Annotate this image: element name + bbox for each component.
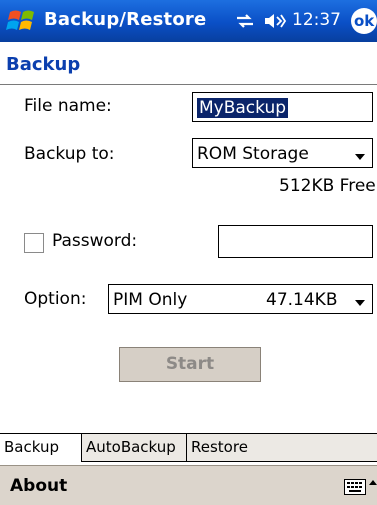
file-name-value: MyBackup (197, 98, 289, 118)
tab-backup[interactable]: Backup (0, 434, 82, 462)
tabs-filler (262, 434, 377, 462)
page-title: Backup (6, 54, 81, 75)
connectivity-icon[interactable] (234, 10, 256, 32)
option-label: Option: (24, 289, 87, 309)
backup-to-value: ROM Storage (197, 144, 309, 164)
input-menu-arrow-icon[interactable] (369, 480, 377, 485)
app-title: Backup/Restore (44, 9, 207, 30)
backup-to-label: Backup to: (24, 144, 115, 164)
ok-button[interactable]: ok (351, 8, 377, 34)
option-size: 47.14KB (266, 290, 338, 310)
tab-restore[interactable]: Restore (186, 434, 263, 462)
chevron-down-icon (355, 300, 365, 306)
password-checkbox[interactable] (24, 233, 44, 253)
password-input[interactable] (218, 225, 373, 258)
about-menu[interactable]: About (10, 476, 67, 496)
windows-start-icon[interactable] (6, 6, 38, 36)
free-space-text: 512KB Free (279, 176, 376, 196)
chevron-down-icon (355, 154, 365, 160)
option-value: PIM Only (113, 290, 188, 310)
start-button[interactable]: Start (119, 347, 261, 382)
clock[interactable]: 12:37 (292, 10, 341, 30)
file-name-input[interactable]: MyBackup (192, 92, 373, 122)
keyboard-icon[interactable] (344, 479, 366, 495)
option-dropdown[interactable]: PIM Only 47.14KB (108, 284, 373, 314)
heading-divider (0, 84, 377, 85)
tab-autobackup[interactable]: AutoBackup (81, 434, 187, 462)
password-label: Password: (52, 231, 138, 251)
volume-icon[interactable] (263, 11, 287, 31)
menu-bar: About (0, 465, 377, 505)
title-bar: Backup/Restore 12:37 ok (0, 0, 377, 42)
file-name-label: File name: (24, 96, 112, 116)
backup-to-dropdown[interactable]: ROM Storage (192, 138, 373, 168)
